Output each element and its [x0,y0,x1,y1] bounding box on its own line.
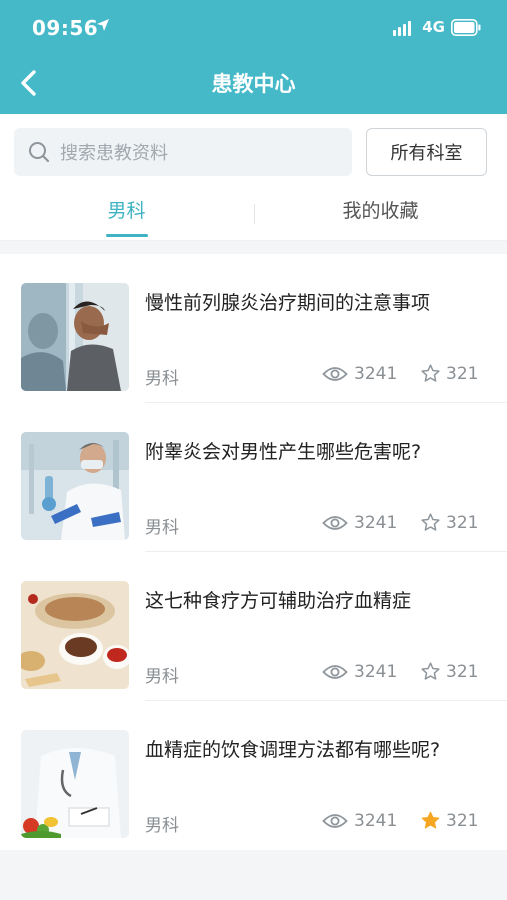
eye-icon [322,367,348,381]
article-list: 慢性前列腺炎治疗期间的注意事项 男科 3241 321 附睾炎会对男性产生哪些危… [0,254,507,850]
article-title: 血精症的饮食调理方法都有哪些呢? [145,739,441,761]
view-count-value: 3241 [354,364,398,384]
signal-icon [393,21,411,36]
article-title: 附睾炎会对男性产生哪些危害呢? [145,441,422,463]
location-arrow-icon [97,19,109,31]
article-department: 男科 [145,816,179,836]
article-thumbnail [21,730,129,838]
view-count: 3241 [322,811,397,831]
article-title: 这七种食疗方可辅助治疗血精症 [145,590,412,612]
status-bar: 09:56 4G [0,0,507,56]
article-department: 男科 [145,667,179,687]
search-icon [29,142,50,163]
view-count: 3241 [322,513,397,533]
view-count-value: 3241 [354,513,398,533]
article-thumbnail [21,581,129,689]
eye-icon [322,814,348,828]
active-tab-indicator [106,234,148,237]
favorite-count[interactable]: 321 [420,661,478,682]
search-placeholder: 搜索患教资料 [60,143,168,164]
favorite-count[interactable]: 321 [420,363,478,384]
article-department: 男科 [145,518,179,538]
department-filter-button[interactable]: 所有科室 [366,128,487,176]
app-header: 09:56 4G 患教中心 [0,0,507,114]
nav-bar: 患教中心 [0,56,507,114]
favorite-count-value: 321 [446,661,479,682]
star-filled-icon[interactable] [420,810,441,831]
tab-bar: 男科 我的收藏 [0,190,507,241]
eye-icon [322,516,348,530]
article-item[interactable]: 慢性前列腺炎治疗期间的注意事项 男科 3241 321 [0,254,507,403]
eye-icon [322,665,348,679]
favorite-count-value: 321 [446,363,479,384]
view-count-value: 3241 [354,662,398,682]
tab-my-favorites[interactable]: 我的收藏 [254,196,507,223]
search-input[interactable]: 搜索患教资料 [14,128,352,176]
star-outline-icon[interactable] [420,661,441,682]
favorite-count[interactable]: 321 [420,512,478,533]
view-count-value: 3241 [354,811,398,831]
favorite-count[interactable]: 321 [420,810,478,831]
favorite-count-value: 321 [446,512,479,533]
article-item[interactable]: 附睾炎会对男性产生哪些危害呢? 男科 3241 321 [0,403,507,552]
status-time: 09:56 [32,16,99,40]
article-thumbnail [21,432,129,540]
page-title: 患教中心 [211,72,296,96]
view-count: 3241 [322,662,397,682]
star-outline-icon[interactable] [420,363,441,384]
view-count: 3241 [322,364,397,384]
article-department: 男科 [145,369,179,389]
battery-icon [451,19,481,36]
search-bar: 搜索患教资料 所有科室 [0,114,507,190]
article-item[interactable]: 血精症的饮食调理方法都有哪些呢? 男科 3241 321 [0,701,507,850]
favorite-count-value: 321 [446,810,479,831]
article-thumbnail [21,283,129,391]
article-item[interactable]: 这七种食疗方可辅助治疗血精症 男科 3241 321 [0,552,507,701]
star-outline-icon[interactable] [420,512,441,533]
tab-andrology[interactable]: 男科 [0,196,253,223]
network-type: 4G [422,18,445,36]
article-title: 慢性前列腺炎治疗期间的注意事项 [145,292,431,314]
